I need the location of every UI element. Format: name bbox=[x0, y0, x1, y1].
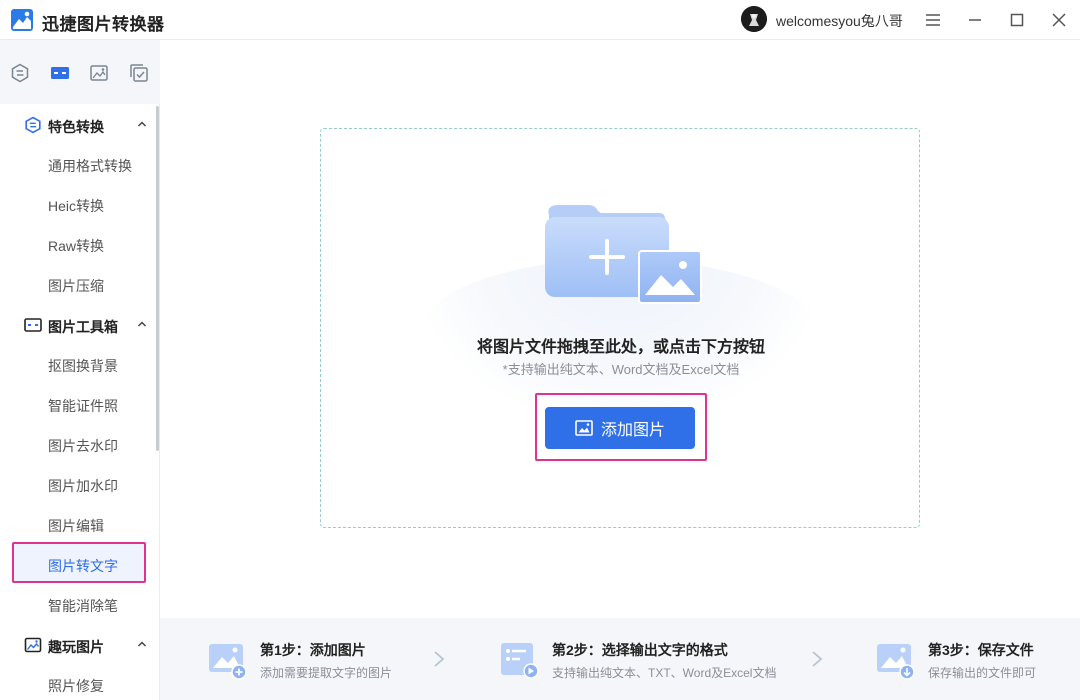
sidebar-item-compress[interactable]: 图片压缩 bbox=[48, 276, 104, 296]
step-3-desc: 保存输出的文件即可 bbox=[928, 666, 1037, 680]
sidebar-item-id-photo[interactable]: 智能证件照 bbox=[48, 396, 118, 416]
add-image-icon bbox=[209, 644, 247, 680]
menu-icon[interactable] bbox=[920, 8, 946, 32]
group-title: 图片工具箱 bbox=[48, 319, 118, 335]
sidebar-item-cutout[interactable]: 抠图换背景 bbox=[48, 356, 118, 376]
step-2-desc: 支持输出纯文本、TXT、Word及Excel文档 bbox=[552, 666, 777, 680]
group-header-special-convert[interactable]: 特色转换 bbox=[0, 104, 156, 144]
tab-batch[interactable] bbox=[127, 62, 151, 84]
title-bar: 迅捷图片转换器 welcomesyou兔八哥 bbox=[0, 0, 1080, 40]
image-fun-icon bbox=[24, 637, 42, 653]
step-1-title: 第1步：添加图片 bbox=[260, 642, 366, 658]
batch-icon bbox=[130, 64, 148, 82]
sidebar-item-smart-eraser[interactable]: 智能消除笔 bbox=[48, 596, 118, 616]
main-area: 将图片文件拖拽至此处，或点击下方按钮 *支持输出纯文本、Word文档及Excel… bbox=[160, 40, 1080, 618]
sidebar-item-image-to-text[interactable]: 图片转文字 bbox=[48, 556, 118, 576]
format-icon bbox=[501, 643, 539, 679]
add-image-button[interactable]: 添加图片 bbox=[545, 407, 695, 449]
steps-bar: 第1步：添加图片 添加需要提取文字的图片 第2步：选择输出文字的格式 支持输出纯… bbox=[160, 618, 1080, 700]
step-1-desc: 添加需要提取文字的图片 bbox=[260, 666, 393, 680]
user-name[interactable]: welcomesyou兔八哥 bbox=[776, 11, 903, 31]
tool-tabs bbox=[0, 40, 160, 104]
chevron-up-icon bbox=[137, 321, 147, 327]
sidebar-item-photo-restore[interactable]: 照片修复 bbox=[48, 676, 104, 696]
minimize-icon[interactable] bbox=[962, 8, 988, 32]
group-header-image-fun[interactable]: 趣玩图片 bbox=[0, 624, 156, 664]
group-title: 趣玩图片 bbox=[48, 639, 104, 655]
convert-icon bbox=[11, 63, 29, 83]
folder-add-image-icon bbox=[545, 205, 702, 304]
sidebar-item-edit[interactable]: 图片编辑 bbox=[48, 516, 104, 536]
step-2-title: 第2步：选择输出文字的格式 bbox=[552, 642, 728, 658]
sidebar-item-general-convert[interactable]: 通用格式转换 bbox=[48, 156, 132, 176]
app-title: 迅捷图片转换器 bbox=[42, 15, 165, 34]
avatar[interactable] bbox=[741, 6, 767, 32]
convert-icon bbox=[25, 116, 41, 134]
sidebar: 特色转换 通用格式转换 Heic转换 Raw转换 图片压缩 图片工具箱 抠图换背… bbox=[0, 40, 160, 700]
sidebar-item-add-watermark[interactable]: 图片加水印 bbox=[48, 476, 118, 496]
toolbox-icon bbox=[51, 67, 69, 79]
save-icon bbox=[877, 644, 915, 680]
step-3-title: 第3步：保存文件 bbox=[928, 642, 1034, 658]
chevron-up-icon bbox=[137, 641, 147, 647]
chevron-right-icon bbox=[434, 651, 445, 667]
drop-zone-title: 将图片文件拖拽至此处，或点击下方按钮 bbox=[476, 339, 765, 356]
drop-zone-subtitle: *支持输出纯文本、Word文档及Excel文档 bbox=[502, 362, 740, 377]
group-title: 特色转换 bbox=[48, 119, 104, 135]
sidebar-scrollbar[interactable] bbox=[156, 106, 159, 451]
image-icon bbox=[575, 420, 593, 436]
app-logo-icon bbox=[11, 9, 33, 31]
sidebar-item-remove-watermark[interactable]: 图片去水印 bbox=[48, 436, 118, 456]
sidebar-item-raw[interactable]: Raw转换 bbox=[48, 236, 104, 256]
image-fun-icon bbox=[90, 65, 108, 81]
tab-image-fun[interactable] bbox=[87, 62, 111, 84]
group-header-toolbox[interactable]: 图片工具箱 bbox=[0, 304, 156, 344]
tab-convert[interactable] bbox=[8, 62, 32, 84]
add-image-button-label: 添加图片 bbox=[600, 422, 665, 439]
chevron-up-icon bbox=[137, 121, 147, 127]
toolbox-icon bbox=[24, 318, 42, 332]
tab-toolbox[interactable] bbox=[48, 62, 72, 84]
sidebar-item-heic[interactable]: Heic转换 bbox=[48, 196, 104, 216]
close-icon[interactable] bbox=[1046, 8, 1072, 32]
drop-zone[interactable]: 将图片文件拖拽至此处，或点击下方按钮 *支持输出纯文本、Word文档及Excel… bbox=[320, 128, 920, 528]
sidebar-nav: 特色转换 通用格式转换 Heic转换 Raw转换 图片压缩 图片工具箱 抠图换背… bbox=[0, 104, 160, 700]
maximize-icon[interactable] bbox=[1004, 8, 1030, 32]
chevron-right-icon bbox=[812, 651, 823, 667]
